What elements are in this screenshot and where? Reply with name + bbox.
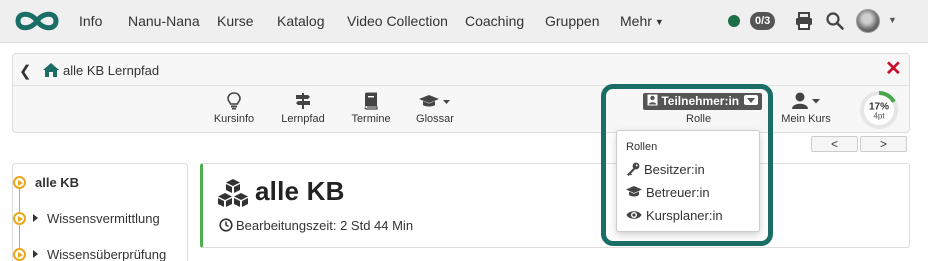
tool-kursinfo[interactable]: Kursinfo xyxy=(211,92,257,128)
nav-gruppen[interactable]: Gruppen xyxy=(545,13,599,29)
graduation-cap-icon xyxy=(626,186,642,197)
progress-points: 4pt xyxy=(873,112,885,121)
lightbulb-icon xyxy=(227,92,241,110)
tree-item-label: Wissensüberprüfung xyxy=(47,247,167,261)
graduation-cap-icon xyxy=(419,95,450,107)
chevron-down-icon[interactable]: ▼ xyxy=(888,15,897,25)
breadcrumb-course-title[interactable]: alle KB Lernpfad xyxy=(63,63,159,78)
role-option-course-planner[interactable]: Kursplaner:in xyxy=(626,208,723,228)
course-tree-sidebar: alle KB Wissensvermittlung Wissensüberpr… xyxy=(12,163,188,261)
tool-lernpfad[interactable]: Lernpfad xyxy=(279,92,327,128)
tool-glossar-label: Glossar xyxy=(416,113,454,125)
course-content-card: alle KB Bearbeitungszeit: 2 Std 44 Min xyxy=(200,163,910,248)
tree-item-alle-kb[interactable]: alle KB xyxy=(13,172,183,192)
breadcrumb: ❮ alle KB Lernpfad ✕ xyxy=(13,54,909,86)
progress-ring[interactable]: 17% 4pt xyxy=(858,89,900,131)
role-option-label: Besitzer:in xyxy=(644,162,705,177)
count-badge[interactable]: 0/3 xyxy=(750,12,776,30)
tool-termine-label: Termine xyxy=(351,113,391,125)
processing-time: Bearbeitungszeit: 2 Std 44 Min xyxy=(219,218,413,233)
nav-video-collection[interactable]: Video Collection xyxy=(347,13,448,29)
tool-glossar[interactable]: Glossar xyxy=(413,92,457,128)
key-icon xyxy=(627,162,640,176)
my-course-label: Mein Kurs xyxy=(781,113,831,125)
role-option-owner[interactable]: Besitzer:in xyxy=(626,162,705,182)
nav-katalog[interactable]: Katalog xyxy=(277,13,324,29)
learning-path-node-icon xyxy=(13,248,26,261)
infinity-logo-icon[interactable] xyxy=(12,8,62,34)
learning-path-node-icon xyxy=(13,212,26,225)
back-icon[interactable]: ❮ xyxy=(19,62,32,80)
roles-dropdown-menu: Rollen Besitzer:in Betreuer:in Kursplane… xyxy=(616,130,760,232)
learning-path-node-icon xyxy=(13,176,26,189)
nav-kurse[interactable]: Kurse xyxy=(217,13,254,29)
tool-lernpfad-label: Lernpfad xyxy=(281,113,325,125)
nav-info[interactable]: Info xyxy=(79,13,102,29)
search-icon[interactable] xyxy=(825,11,845,31)
roles-dropdown-header: Rollen xyxy=(626,141,658,153)
tree-item-label: Wissensvermittlung xyxy=(47,211,160,226)
processing-time-text: Bearbeitungszeit: 2 Std 44 Min xyxy=(236,218,414,233)
previous-page-button[interactable]: < xyxy=(811,136,858,152)
home-icon[interactable] xyxy=(43,63,59,77)
close-icon[interactable]: ✕ xyxy=(885,59,902,79)
cubes-icon xyxy=(218,179,248,207)
tree-item-wissensvermittlung[interactable]: Wissensvermittlung xyxy=(13,208,183,228)
book-icon xyxy=(364,92,378,110)
expand-caret-icon[interactable] xyxy=(33,214,38,222)
nav-nanu-nana[interactable]: Nanu-Nana xyxy=(128,13,200,29)
eye-icon xyxy=(626,211,642,219)
tree-item-wissensueberpruefung[interactable]: Wissensüberprüfung xyxy=(13,244,183,261)
role-option-label: Betreuer:in xyxy=(646,185,710,200)
chevron-down-icon: ▼ xyxy=(654,17,664,27)
tool-termine[interactable]: Termine xyxy=(349,92,393,128)
role-option-label: Kursplaner:in xyxy=(646,208,723,223)
tree-item-label: alle KB xyxy=(35,175,80,190)
nav-mehr-label: Mehr xyxy=(620,13,652,29)
expand-caret-icon[interactable] xyxy=(33,250,38,258)
course-panel: ❮ alle KB Lernpfad ✕ Kursinfo Lernpfad T… xyxy=(12,53,910,133)
top-navbar: Info Nanu-Nana Kurse Katalog Video Colle… xyxy=(0,0,928,43)
online-status-icon[interactable] xyxy=(728,15,740,27)
print-icon[interactable] xyxy=(794,11,814,31)
user-icon xyxy=(792,92,820,109)
clock-icon xyxy=(219,218,233,232)
signpost-icon xyxy=(296,93,310,109)
avatar[interactable] xyxy=(856,9,880,33)
tool-kursinfo-label: Kursinfo xyxy=(213,113,255,125)
nav-coaching[interactable]: Coaching xyxy=(465,13,524,29)
page-title: alle KB xyxy=(255,176,345,206)
my-course-button[interactable]: Mein Kurs xyxy=(779,92,833,128)
next-page-button[interactable]: > xyxy=(860,136,907,152)
role-option-coach[interactable]: Betreuer:in xyxy=(626,185,710,205)
nav-mehr[interactable]: Mehr ▼ xyxy=(620,13,664,29)
